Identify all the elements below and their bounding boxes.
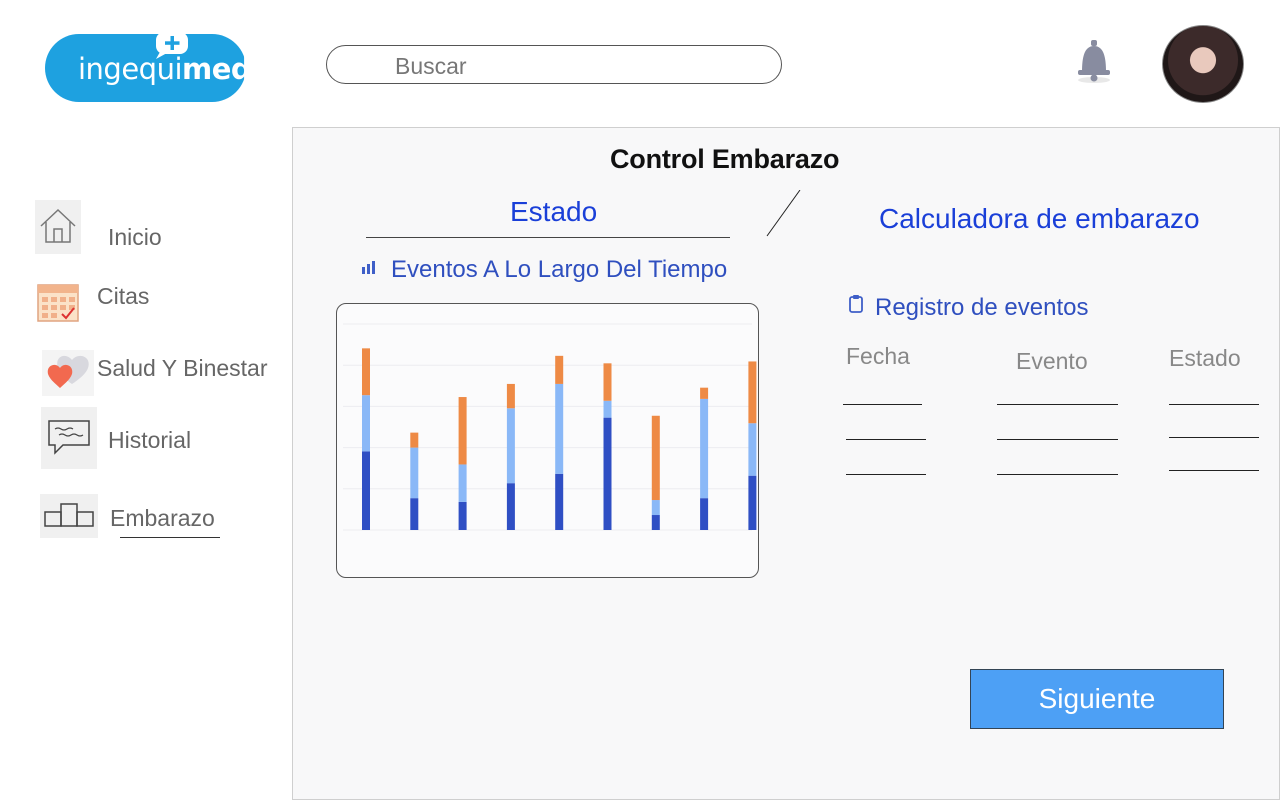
chart-bar-segment[interactable] [458, 397, 467, 465]
column-header-estado: Estado [1169, 345, 1241, 371]
estado-field-1[interactable] [1169, 404, 1259, 405]
podium-icon-glyph [44, 503, 94, 527]
bar-chart-icon [362, 261, 375, 274]
registro-title: Registro de eventos [875, 294, 1089, 321]
chart-bar-segment[interactable] [555, 383, 564, 474]
brand-name: ingequimed [78, 52, 252, 86]
chart-bar-segment[interactable] [651, 500, 660, 516]
column-header-evento: Evento [1016, 348, 1088, 374]
evento-field-2[interactable] [997, 439, 1118, 440]
fecha-field-1[interactable] [843, 404, 922, 405]
evento-field-3[interactable] [997, 474, 1118, 475]
chart-bar-segment[interactable] [748, 423, 757, 476]
notification-bell-icon[interactable] [1074, 38, 1114, 86]
podium-icon[interactable] [40, 494, 98, 538]
page-title: Control Embarazo [610, 144, 840, 174]
calendar-icon[interactable] [36, 281, 80, 323]
home-icon-glyph [40, 208, 76, 243]
chart-bar-segment[interactable] [458, 464, 467, 502]
chart-bar-segment[interactable] [410, 432, 419, 448]
sidebar-item-salud[interactable]: Salud Y Binestar [97, 355, 268, 382]
evento-field-1[interactable] [997, 404, 1118, 405]
chart-bar-segment[interactable] [362, 451, 370, 530]
chart-bar-segment[interactable] [603, 400, 612, 418]
chart-bar-segment[interactable] [603, 417, 612, 530]
chart-bar-segment[interactable] [651, 415, 660, 501]
heart-icon[interactable] [42, 350, 94, 396]
chart-bar-segment[interactable] [700, 387, 709, 399]
search-input[interactable] [393, 51, 767, 81]
events-chart [343, 323, 757, 531]
chart-bar-segment[interactable] [748, 475, 757, 530]
brand-name-light: ingequi [78, 52, 183, 86]
events-chart-title: Eventos A Lo Largo Del Tiempo [391, 256, 728, 283]
chart-bar-segment[interactable] [458, 501, 467, 530]
user-avatar[interactable] [1162, 25, 1244, 103]
sidebar-item-inicio[interactable]: Inicio [108, 224, 162, 251]
sidebar-item-historial[interactable]: Historial [108, 427, 191, 454]
chat-icon-glyph [48, 420, 90, 455]
chart-bar-segment[interactable] [555, 473, 564, 530]
chart-bar-segment[interactable] [410, 447, 419, 499]
sidebar-item-citas[interactable]: Citas [97, 283, 149, 310]
chart-bar-segment[interactable] [603, 363, 612, 401]
column-header-fecha: Fecha [846, 343, 910, 369]
chart-bar-segment[interactable] [700, 398, 709, 499]
chart-bar-segment[interactable] [506, 483, 515, 530]
title-divider [766, 190, 801, 237]
tab-estado-underline [366, 237, 730, 238]
next-button[interactable]: Siguiente [970, 669, 1224, 729]
chart-bar-segment[interactable] [506, 408, 515, 484]
fecha-field-2[interactable] [846, 439, 926, 440]
estado-field-3[interactable] [1169, 470, 1259, 471]
chart-bar-segment[interactable] [555, 355, 564, 384]
tab-estado[interactable]: Estado [510, 196, 597, 228]
tab-calculadora[interactable]: Calculadora de embarazo [879, 203, 1200, 235]
chart-bar-segment[interactable] [651, 515, 660, 530]
home-icon[interactable] [35, 200, 81, 254]
brand-name-bold: med [182, 52, 252, 86]
chart-bar-segment[interactable] [362, 348, 370, 396]
chart-bar-segment[interactable] [506, 383, 515, 409]
active-item-underline [120, 537, 220, 538]
sidebar-item-embarazo[interactable]: Embarazo [110, 505, 215, 532]
chart-bar-segment[interactable] [362, 395, 370, 452]
search-bar[interactable] [326, 45, 782, 84]
chart-bar-segment[interactable] [748, 361, 757, 424]
chart-bar-segment[interactable] [410, 498, 419, 530]
chat-icon[interactable] [41, 407, 97, 469]
clipboard-icon [849, 295, 863, 313]
chart-bar-segment[interactable] [700, 498, 709, 530]
estado-field-2[interactable] [1169, 437, 1259, 438]
fecha-field-3[interactable] [846, 474, 926, 475]
